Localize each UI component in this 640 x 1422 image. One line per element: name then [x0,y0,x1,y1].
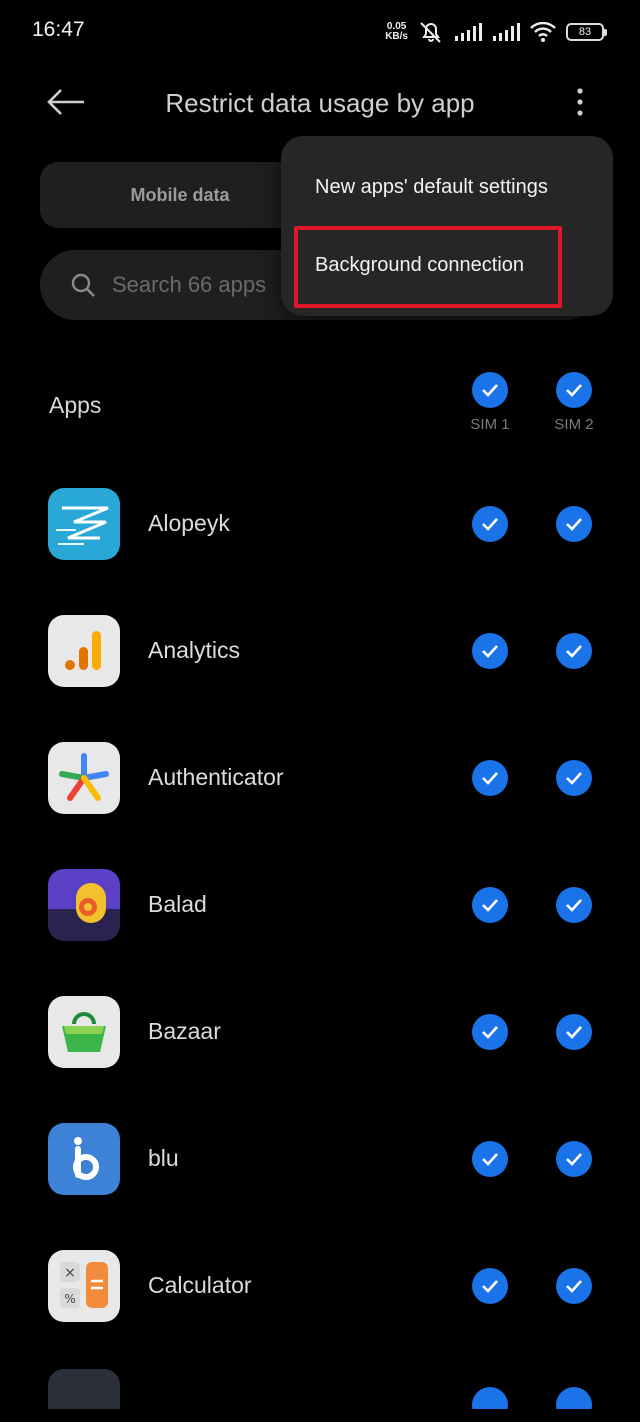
overflow-menu: New apps' default settings Background co… [281,136,613,316]
checkmark-icon [482,1280,498,1293]
checkmark-icon [482,384,498,397]
tab-mobile-data[interactable]: Mobile data [40,162,320,228]
sim2-checkbox[interactable] [556,1141,592,1177]
sim2-select-all-checkbox[interactable] [556,372,592,408]
checkmark-icon [566,772,582,785]
analytics-icon [48,615,120,687]
checkmark-icon [482,1153,498,1166]
sim2-checkbox[interactable] [556,887,592,923]
sim1-checkbox[interactable] [472,1387,508,1409]
checkmark-icon [566,518,582,531]
sim1-label: SIM 1 [470,416,510,433]
list-item[interactable]: Authenticator [0,714,640,841]
search-icon [71,273,95,297]
status-bar: 16:47 0.05 KB/s 83 [0,0,640,62]
signal-icon [493,23,520,41]
app-list: Alopeyk Analytics Authenticator Balad Ba… [0,460,640,1409]
sim1-checkbox[interactable] [472,506,508,542]
app-name: Alopeyk [148,510,230,536]
app-name: Authenticator [148,764,284,790]
sim2-column: SIM 2 [539,372,609,433]
blu-icon [48,1123,120,1195]
sim2-label: SIM 2 [554,416,594,433]
status-time: 16:47 [32,18,85,41]
apps-list-header: Apps SIM 1 SIM 2 [0,360,640,460]
sim2-checkbox[interactable] [556,633,592,669]
sim2-checkbox[interactable] [556,1268,592,1304]
more-vertical-icon [577,88,583,116]
svg-text:×: × [64,1265,76,1281]
list-item[interactable]: Bazaar [0,968,640,1095]
app-name: blu [148,1145,179,1171]
checkmark-icon [482,518,498,531]
checkmark-icon [566,1280,582,1293]
app-name: Bazaar [148,1018,221,1044]
bazaar-icon [48,996,120,1068]
battery-icon: 83 [566,23,607,41]
sim1-checkbox[interactable] [472,1268,508,1304]
wifi-icon [530,22,556,42]
list-item[interactable]: × % Calculator [0,1222,640,1349]
app-name: Analytics [148,637,241,663]
network-speed: 0.05 KB/s [385,21,408,42]
checkmark-icon [566,1153,582,1166]
sim2-checkbox[interactable] [556,1387,592,1409]
app-name: Calculator [148,1272,252,1298]
list-item[interactable]: blu [0,1095,640,1222]
menu-item-new-apps-default-settings[interactable]: New apps' default settings [315,176,548,199]
app-icon [48,1369,120,1409]
checkmark-icon [482,899,498,912]
sim1-checkbox[interactable] [472,760,508,796]
sim2-checkbox[interactable] [556,1014,592,1050]
page-title: Restrict data usage by app [165,88,475,118]
svg-text:%: % [64,1292,75,1306]
checkmark-icon [482,645,498,658]
sim1-checkbox[interactable] [472,1141,508,1177]
list-item[interactable] [0,1349,640,1409]
sim1-select-all-checkbox[interactable] [472,372,508,408]
mute-icon [420,22,441,43]
alopeyk-icon [48,488,120,560]
sim1-checkbox[interactable] [472,633,508,669]
more-options-button[interactable] [560,80,600,124]
sim1-checkbox[interactable] [472,1014,508,1050]
sim1-checkbox[interactable] [472,887,508,923]
sim2-checkbox[interactable] [556,506,592,542]
checkmark-icon [566,384,582,397]
list-item[interactable]: Balad [0,841,640,968]
calculator-icon: × % [48,1250,120,1322]
apps-section-title: Apps [49,392,102,418]
signal-icon [455,23,482,41]
checkmark-icon [566,1026,582,1039]
sim2-checkbox[interactable] [556,760,592,796]
app-name: Balad [148,891,207,917]
checkmark-icon [482,1026,498,1039]
checkmark-icon [566,899,582,912]
sim1-column: SIM 1 [455,372,525,433]
checkmark-icon [566,645,582,658]
checkmark-icon [482,772,498,785]
authenticator-icon [48,742,120,814]
list-item[interactable]: Analytics [0,587,640,714]
status-icons: 0.05 KB/s 83 [385,18,607,46]
balad-icon [48,869,120,941]
list-item[interactable]: Alopeyk [0,460,640,587]
menu-item-background-connection[interactable]: Background connection [315,254,524,277]
